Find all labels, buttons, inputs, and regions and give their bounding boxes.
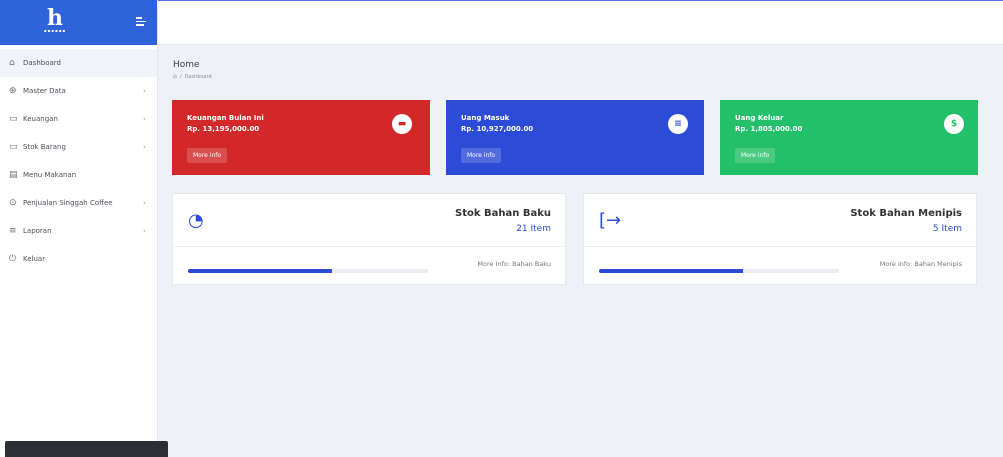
app-logo[interactable]: h ▪▪▪▪▪▪ <box>20 7 90 38</box>
info-box-uang-keluar: Uang Keluar Rp. 1,805,000.00 More info $ <box>720 100 978 175</box>
sidebar-item-keuangan[interactable]: ▭ Keuangan › <box>0 105 157 133</box>
power-icon: ⏻ <box>9 254 17 264</box>
info-box-amount: Rp. 13,195,000.00 <box>187 125 260 133</box>
folder-icon: ▭ <box>9 142 18 152</box>
page-title: Home <box>173 60 200 70</box>
chevron-right-icon: › <box>143 199 146 207</box>
sidebar-item-stok-barang[interactable]: ▭ Stok Barang › <box>0 133 157 161</box>
stat-label: Stok Bahan Menipis <box>850 208 962 219</box>
progress-fill <box>188 269 332 273</box>
sidebar-item-label: Master Data <box>23 87 66 95</box>
sidebar-item-laporan[interactable]: ≡ Laporan › <box>0 217 157 245</box>
top-navbar <box>158 0 1003 45</box>
database-icon: ⊕ <box>9 86 17 96</box>
sidebar-item-dashboard[interactable]: ⌂ Dashboard <box>0 49 157 77</box>
breadcrumb-current: Dashboard <box>184 73 212 80</box>
more-info-button[interactable]: More info <box>461 148 502 163</box>
more-info-link[interactable]: More info: Bahan Menipis <box>880 260 962 268</box>
sidebar-item-master-data[interactable]: ⊕ Master Data › <box>0 77 157 105</box>
breadcrumb-separator: / <box>179 73 182 80</box>
sidebar-item-label: Stok Barang <box>23 143 66 151</box>
sidebar-item-keluar[interactable]: ⏻ Keluar <box>0 245 157 273</box>
progress-bar <box>599 269 839 273</box>
progress-fill <box>599 269 743 273</box>
list-icon: ≡ <box>9 226 17 236</box>
cart-icon: ⊙ <box>9 198 17 208</box>
sidebar: h ▪▪▪▪▪▪ ⌂ Dashboard ⊕ Master Data › ▭ K… <box>0 0 158 457</box>
dollar-icon: $ <box>944 114 964 134</box>
info-box-uang-masuk: Uang Masuk Rp. 10,927,000.00 More info ≡ <box>446 100 704 175</box>
sign-in-icon: [→ <box>599 210 622 231</box>
stat-card-bahan-baku: ◔ Stok Bahan Baku 21 Item More Info: Bah… <box>172 193 566 285</box>
info-box-title: Uang Keluar <box>735 114 784 122</box>
divider <box>584 246 976 247</box>
brand-header: h ▪▪▪▪▪▪ <box>0 0 157 45</box>
home-icon: ⌂ <box>9 58 15 68</box>
more-info-button[interactable]: More info <box>187 148 228 163</box>
chevron-right-icon: › <box>143 115 146 123</box>
home-icon[interactable]: ⌂ <box>173 73 177 80</box>
money-icon: ▬ <box>392 114 412 134</box>
info-box-title: Keuangan Bulan Ini <box>187 114 264 122</box>
more-info-link[interactable]: More Info: Bahan Baku <box>477 260 551 268</box>
stat-count: 5 Item <box>932 224 962 234</box>
info-box-keuangan: Keuangan Bulan Ini Rp. 13,195,000.00 Mor… <box>172 100 430 175</box>
sidebar-item-label: Keluar <box>23 255 46 263</box>
stat-count: 21 Item <box>516 224 551 234</box>
sidebar-item-label: Penjualan Singgah Coffee <box>23 199 113 207</box>
sidebar-menu: ⌂ Dashboard ⊕ Master Data › ▭ Keuangan ›… <box>0 45 157 273</box>
divider <box>173 246 565 247</box>
status-tooltip <box>5 441 168 457</box>
sidebar-item-menu-makanan[interactable]: ▤ Menu Makanan <box>0 161 157 189</box>
progress-bar <box>188 269 428 273</box>
database-icon: ≡ <box>668 114 688 134</box>
menu-book-icon: ▤ <box>9 170 18 180</box>
info-box-amount: Rp. 10,927,000.00 <box>461 125 534 133</box>
sidebar-item-label: Dashboard <box>23 59 61 67</box>
more-info-button[interactable]: More info <box>735 148 776 163</box>
folder-icon: ▭ <box>9 114 18 124</box>
chevron-right-icon: › <box>143 227 146 235</box>
info-box-title: Uang Masuk <box>461 114 510 122</box>
chevron-right-icon: › <box>143 87 146 95</box>
breadcrumb: ⌂ / Dashboard <box>173 73 212 80</box>
pie-chart-icon: ◔ <box>188 210 204 231</box>
sidebar-item-label: Keuangan <box>23 115 58 123</box>
chevron-right-icon: › <box>143 143 146 151</box>
info-box-amount: Rp. 1,805,000.00 <box>735 125 803 133</box>
stat-card-bahan-menipis: [→ Stok Bahan Menipis 5 Item More info: … <box>583 193 977 285</box>
sidebar-item-label: Menu Makanan <box>23 171 77 179</box>
sidebar-toggle-icon[interactable] <box>136 17 148 29</box>
stat-label: Stok Bahan Baku <box>455 208 551 219</box>
sidebar-item-label: Laporan <box>23 227 52 235</box>
sidebar-item-penjualan[interactable]: ⊙ Penjualan Singgah Coffee › <box>0 189 157 217</box>
